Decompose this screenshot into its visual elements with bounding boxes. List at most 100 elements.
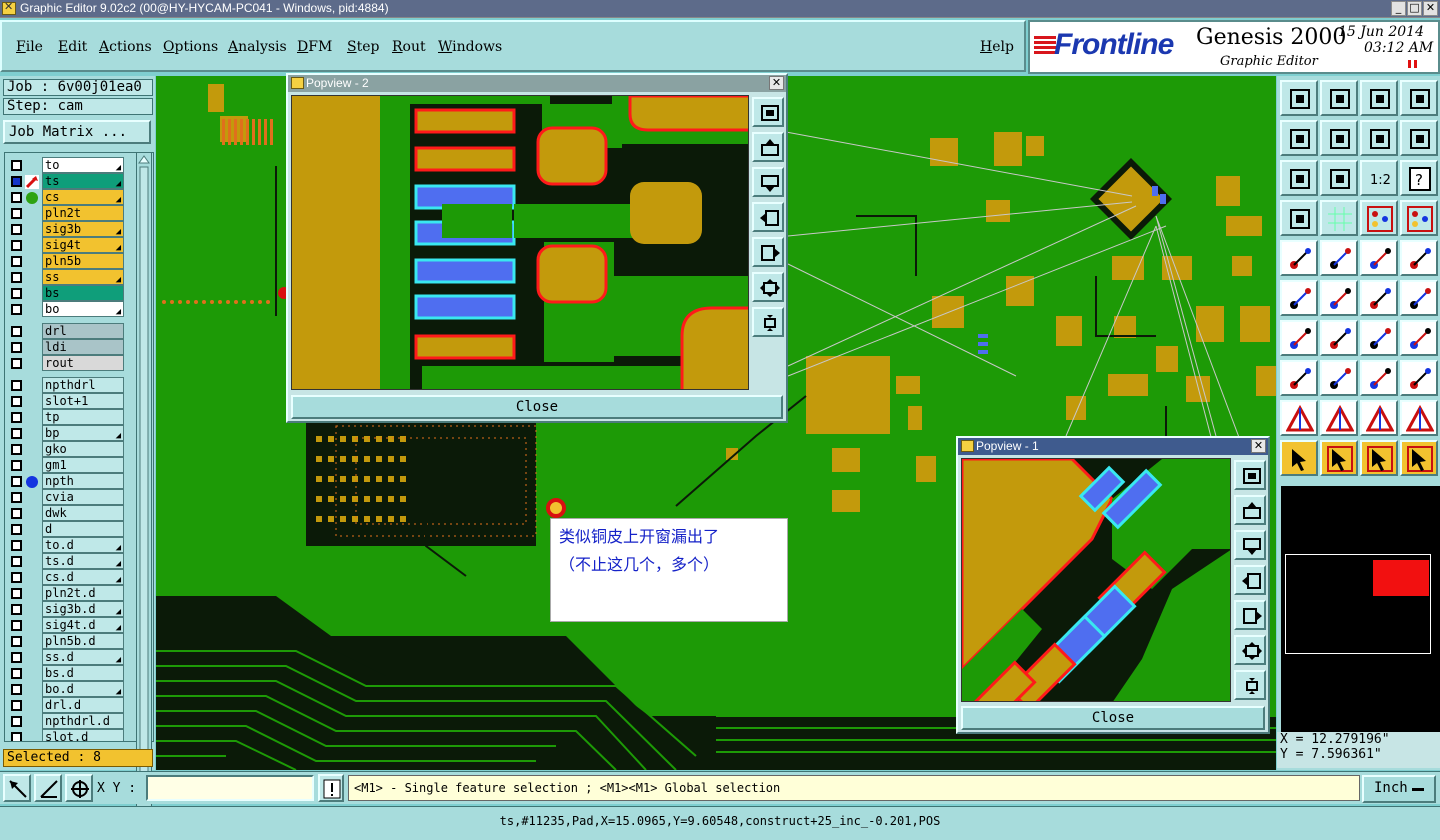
layer-checkbox[interactable] <box>11 208 22 219</box>
layer-name[interactable]: dwk <box>42 505 124 521</box>
layer-checkbox[interactable] <box>11 224 22 235</box>
layer-name[interactable]: ts.d ◢ <box>42 553 124 569</box>
layer-row[interactable]: dwk <box>5 505 139 521</box>
measure-button[interactable] <box>34 774 62 802</box>
popview-1-titlebar[interactable]: Popview - 1 ✕ <box>958 438 1268 455</box>
home-button[interactable] <box>1360 80 1398 116</box>
layer-name[interactable]: bo.d ◢ <box>42 681 124 697</box>
layer-checkbox[interactable] <box>11 358 22 369</box>
route-button[interactable] <box>1400 280 1438 316</box>
layer-row[interactable]: rout <box>5 355 139 371</box>
layer-row[interactable]: to.d ◢ <box>5 537 139 553</box>
popview-pan-left-button[interactable] <box>752 202 784 232</box>
layer-checkbox[interactable] <box>11 460 22 471</box>
layer-row[interactable]: slot.d <box>5 729 139 741</box>
menu-rout[interactable]: Rout <box>392 39 426 55</box>
layer-row[interactable]: cvia <box>5 489 139 505</box>
pan-right-button[interactable] <box>1320 120 1358 156</box>
overview-map[interactable] <box>1281 486 1440 734</box>
layer-checkbox[interactable] <box>11 428 22 439</box>
popview-zoom-in-button[interactable] <box>1234 635 1266 665</box>
layer-row[interactable]: ts.d ◢ <box>5 553 139 569</box>
layer-name[interactable]: ldi <box>42 339 124 355</box>
layer-name[interactable]: gm1 <box>42 457 124 473</box>
layer-row[interactable]: sig4t ◢ <box>5 237 139 253</box>
overview-view-zone[interactable] <box>1373 560 1429 596</box>
maximize-button[interactable]: □ <box>1407 1 1422 16</box>
layer-name[interactable]: bs.d <box>42 665 124 681</box>
layer-row[interactable]: pln2t <box>5 205 139 221</box>
snap-button[interactable] <box>1400 120 1438 156</box>
layer-row[interactable]: bs.d <box>5 665 139 681</box>
menu-actions[interactable]: Actions <box>99 39 152 55</box>
menu-dfm[interactable]: DFM <box>297 39 332 55</box>
layer-row[interactable]: sig3b ◢ <box>5 221 139 237</box>
layer-checkbox[interactable] <box>11 176 22 187</box>
triangle-a-button[interactable] <box>1280 400 1318 436</box>
menu-options[interactable]: Options <box>163 39 218 55</box>
layer-checkbox[interactable] <box>11 700 22 711</box>
layer-name[interactable]: pln2t <box>42 205 124 221</box>
layer-row[interactable]: ldi <box>5 339 139 355</box>
layer-row[interactable]: bo ◢ <box>5 301 139 317</box>
arc-button[interactable] <box>1360 320 1398 356</box>
layer-checkbox[interactable] <box>11 668 22 679</box>
zoom-1-2-button[interactable]: 1:2 <box>1360 160 1398 196</box>
layer-name[interactable]: rout <box>42 355 124 371</box>
layer-checkbox[interactable] <box>11 326 22 337</box>
layer-row[interactable]: sig3b.d ◢ <box>5 601 139 617</box>
triangle-b-button[interactable] <box>1320 400 1358 436</box>
select-touch-button[interactable] <box>1360 440 1398 476</box>
units-selector[interactable]: Inch <box>1362 775 1436 803</box>
layer-row[interactable]: drl.d <box>5 697 139 713</box>
layer-colors-alt-button[interactable] <box>1400 200 1438 236</box>
layer-name[interactable]: gko <box>42 441 124 457</box>
select-net-button[interactable] <box>1400 440 1438 476</box>
layer-checkbox[interactable] <box>11 240 22 251</box>
popview-1-close-button[interactable]: Close <box>961 706 1265 730</box>
layer-checkbox[interactable] <box>11 396 22 407</box>
layer-name[interactable]: npthdrl.d <box>42 713 124 729</box>
layer-checkbox[interactable] <box>11 732 22 741</box>
layer-name[interactable]: bo ◢ <box>42 301 124 317</box>
popview-2-close-button[interactable]: Close <box>291 395 783 419</box>
layer-row[interactable]: pln5b.d <box>5 633 139 649</box>
layer-name[interactable]: tp <box>42 409 124 425</box>
line-draw-button[interactable] <box>1320 320 1358 356</box>
layer-checkbox[interactable] <box>11 588 22 599</box>
zoom-in-button[interactable] <box>1320 160 1358 196</box>
popview-pan-down-button[interactable] <box>752 167 784 197</box>
redraw-button[interactable] <box>1360 120 1398 156</box>
layer-checkbox[interactable] <box>11 556 22 567</box>
layer-row[interactable]: tp <box>5 409 139 425</box>
layer-checkbox[interactable] <box>11 652 22 663</box>
menu-edit[interactable]: Edit <box>58 39 87 55</box>
popview-1-close-x[interactable]: ✕ <box>1251 439 1266 453</box>
layer-name[interactable]: bp ◢ <box>42 425 124 441</box>
layer-row[interactable]: npth <box>5 473 139 489</box>
layer-row[interactable]: bo.d ◢ <box>5 681 139 697</box>
layer-name[interactable]: bs <box>42 285 124 301</box>
popview-pan-up-button[interactable] <box>1234 495 1266 525</box>
layer-row[interactable]: ss.d ◢ <box>5 649 139 665</box>
pause-icon[interactable] <box>1408 60 1418 68</box>
layer-checkbox[interactable] <box>11 288 22 299</box>
layer-checkbox[interactable] <box>11 604 22 615</box>
layer-row[interactable]: gko <box>5 441 139 457</box>
layer-row[interactable]: ts ◢ <box>5 173 139 189</box>
warning-icon[interactable] <box>318 774 344 802</box>
layer-row[interactable]: d <box>5 521 139 537</box>
layer-name[interactable]: to.d ◢ <box>42 537 124 553</box>
layer-checkbox[interactable] <box>11 304 22 315</box>
triangle-d-button[interactable] <box>1400 400 1438 436</box>
layer-row[interactable]: slot+1 <box>5 393 139 409</box>
popview-pan-down-button[interactable] <box>1234 530 1266 560</box>
popview-2-titlebar[interactable]: Popview - 2 ✕ <box>288 75 786 92</box>
close-window-button[interactable]: ✕ <box>1423 1 1438 16</box>
angle-button[interactable] <box>1280 320 1318 356</box>
layer-checkbox[interactable] <box>11 540 22 551</box>
menu-help[interactable]: Help <box>980 39 1014 55</box>
layer-name[interactable]: pln5b.d <box>42 633 124 649</box>
layer-row[interactable]: cs ◢ <box>5 189 139 205</box>
layer-checkbox[interactable] <box>11 636 22 647</box>
